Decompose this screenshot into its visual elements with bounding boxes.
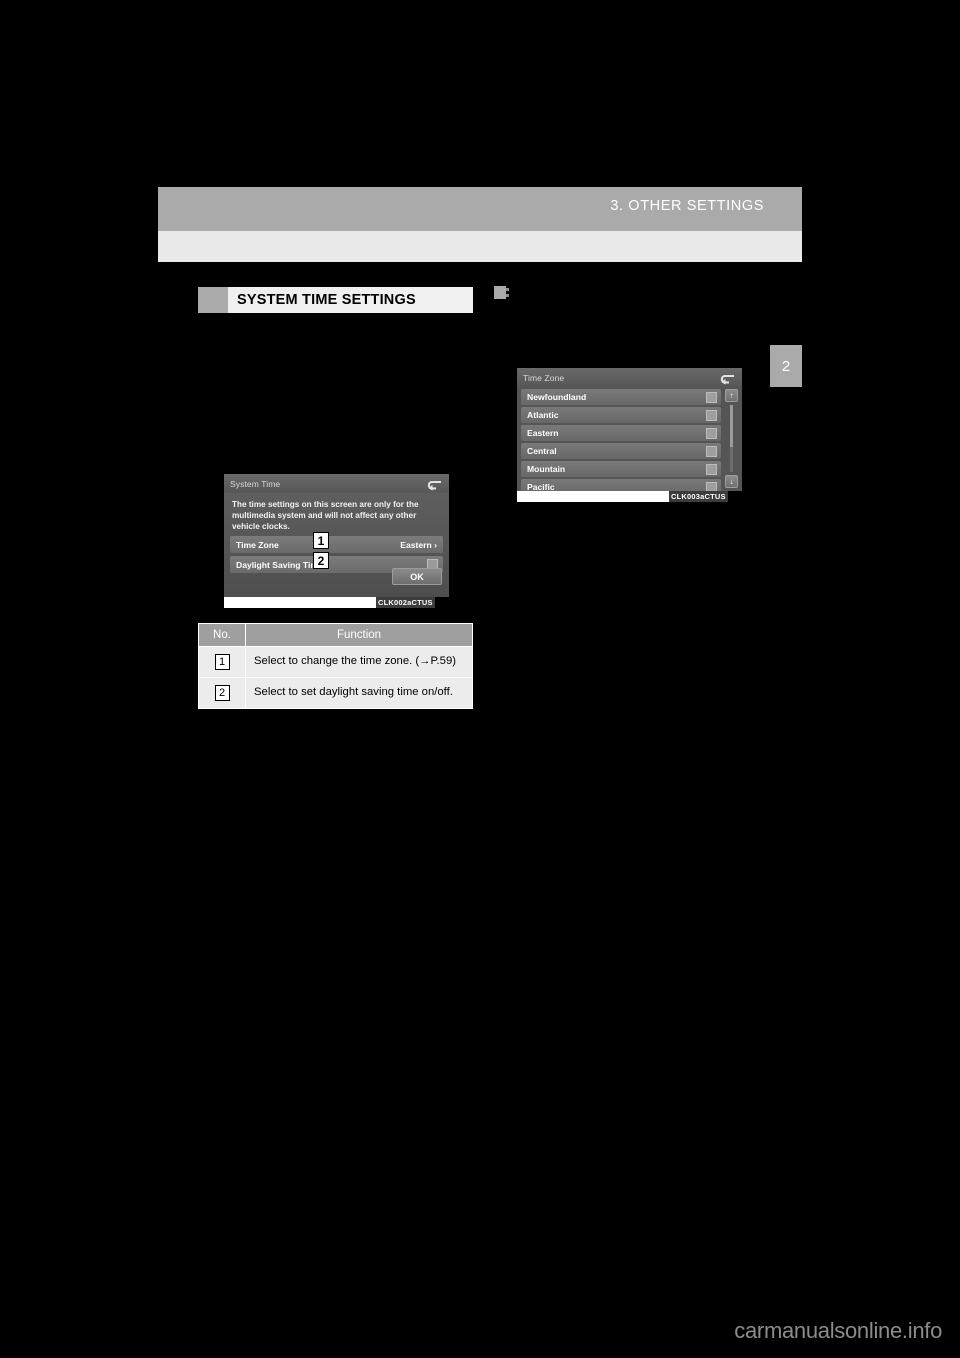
page-title: 3. OTHER SETTINGS [610,198,764,214]
time-zone-titlebar: Time Zone [517,368,742,387]
callout-2: 2 [313,552,329,569]
list-item[interactable]: Newfoundland [521,389,721,405]
table-cell-function: Select to set daylight saving time on/of… [245,677,473,709]
function-table: No. Function 1 Select to change the time… [198,623,473,709]
list-item[interactable]: Mountain [521,461,721,477]
list-item-label: Eastern [527,428,559,438]
figure-time-zone: Time Zone Newfoundland Atlantic Eastern [517,368,742,502]
table-header-no: No. [198,623,246,647]
back-arrow-icon[interactable] [720,372,735,385]
scrollbar-thumb[interactable] [730,405,733,447]
square-bullet-icon [494,286,509,299]
system-time-titlebar: System Time [224,474,449,493]
chapter-tab: 2 [770,345,802,387]
list-item-label: Atlantic [527,410,559,420]
ok-button[interactable]: OK [392,568,442,585]
watermark: carmanualsonline.info [734,1318,942,1343]
page-header-bar: 3. OTHER SETTINGS [158,187,802,231]
table-cell-function: Select to change the time zone. (→P.59) [245,646,473,678]
list-item-checkbox[interactable] [706,481,717,491]
system-time-body: The time settings on this screen are onl… [224,493,449,597]
list-item-label: Pacific [527,482,555,491]
list-item-checkbox[interactable] [706,463,717,475]
time-zone-list: Newfoundland Atlantic Eastern Central Mo… [517,387,742,491]
figure-footer-strip [517,491,669,502]
list-item[interactable]: Eastern [521,425,721,441]
scrollbar-track[interactable] [730,405,733,472]
row-time-zone-value: Eastern › [400,539,437,550]
figure-code-system-time: CLK002aCTUS [376,597,435,608]
scroll-up-icon[interactable]: ↑ [725,389,738,402]
system-time-note: The time settings on this screen are onl… [232,500,419,531]
row-time-zone-label: Time Zone [236,539,279,550]
scroll-down-icon[interactable]: ↓ [725,475,738,488]
list-item-label: Central [527,446,557,456]
back-arrow-icon[interactable] [427,478,442,491]
time-zone-screen-title: Time Zone [523,372,565,383]
page-header-underband [158,231,802,262]
device-screenshot-system-time: System Time The time settings on this sc… [224,474,449,597]
row-daylight-saving-time-label: Daylight Saving Time [236,559,323,570]
device-screenshot-time-zone: Time Zone Newfoundland Atlantic Eastern [517,368,742,491]
figure-system-time: System Time The time settings on this sc… [224,474,449,608]
row-time-zone[interactable]: Time Zone Eastern › [230,536,443,553]
system-time-screen-title: System Time [230,478,281,489]
list-item-checkbox[interactable] [706,409,717,421]
list-item-label: Newfoundland [527,392,587,402]
scrollbar[interactable]: ↑ ↓ [725,389,738,488]
list-item-checkbox[interactable] [706,427,717,439]
table-header-function: Function [245,623,473,647]
list-item[interactable]: Central [521,443,721,459]
num-box-1: 1 [214,654,230,670]
table-header-row: No. Function [198,623,473,647]
table-row: 1 Select to change the time zone. (→P.59… [198,646,473,678]
list-item[interactable]: Atlantic [521,407,721,423]
table-row: 2 Select to set daylight saving time on/… [198,677,473,709]
list-item-label: Mountain [527,464,566,474]
section-heading-label: SYSTEM TIME SETTINGS [237,292,416,308]
num-box-2: 2 [214,685,230,701]
table-cell-no: 1 [198,646,246,678]
figure-footer-strip [224,597,376,608]
callout-1: 1 [313,532,329,549]
section-heading: SYSTEM TIME SETTINGS [198,287,473,313]
list-item[interactable]: Pacific [521,479,721,491]
table-cell-no: 2 [198,677,246,709]
section-heading-marker [198,287,228,313]
figure-code-time-zone: CLK003aCTUS [669,491,728,502]
list-item-checkbox[interactable] [706,391,717,403]
list-item-checkbox[interactable] [706,445,717,457]
